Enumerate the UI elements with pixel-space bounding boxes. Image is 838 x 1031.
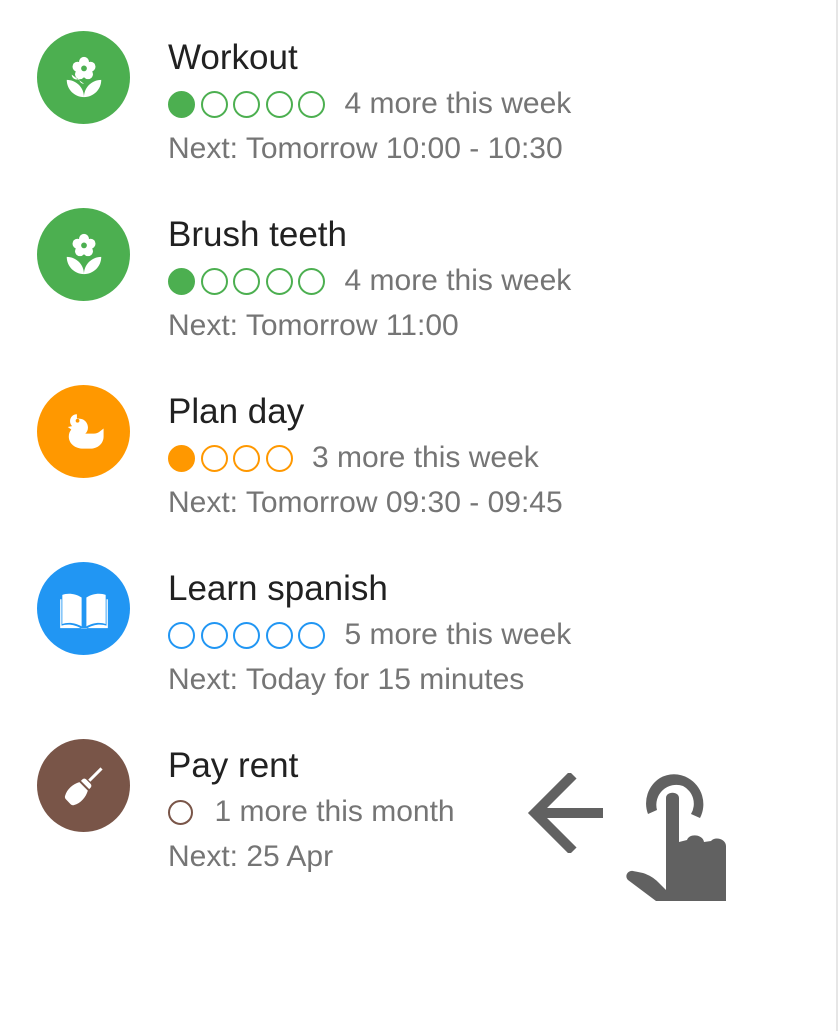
arrow-left-icon (527, 773, 603, 853)
book-icon (59, 593, 108, 628)
progress-dot-empty (233, 621, 260, 649)
habit-next-time: Next: Tomorrow 10:00 - 10:30 (168, 132, 563, 165)
progress-dot-empty (168, 621, 195, 649)
progress-dot-empty (168, 799, 193, 825)
habit-progress-text: 4 more this week (344, 87, 572, 120)
habit-progress-text: 1 more this month (214, 795, 455, 828)
habit-title: Workout (168, 38, 298, 77)
habit-progress-text: 3 more this week (312, 441, 539, 474)
progress-dot-filled (168, 444, 195, 472)
progress-dot-empty (265, 267, 293, 295)
habit-next-time: Next: Today for 15 minutes (168, 663, 525, 696)
progress-dot-filled (168, 267, 195, 295)
habit-title: Plan day (168, 392, 305, 431)
progress-dot-empty (265, 90, 293, 118)
touch-hand-icon (626, 774, 726, 901)
habit-title: Brush teeth (168, 215, 347, 254)
progress-dot-empty (233, 90, 260, 118)
progress-dot-empty (233, 444, 260, 472)
progress-dot-empty (298, 90, 325, 118)
habit-progress: 1 more this month (168, 795, 455, 828)
habit-progress-text: 4 more this week (344, 264, 572, 297)
progress-dot-empty (265, 621, 293, 649)
flower-icon (66, 233, 101, 274)
progress-dot-empty (265, 444, 293, 472)
habit-next-time: Next: Tomorrow 09:30 - 09:45 (168, 486, 563, 519)
habit-item-learn-spanish[interactable]: Learn spanish 5 more this week Next: Tod… (0, 531, 836, 701)
habit-avatar (37, 31, 130, 124)
habit-progress: 4 more this week (168, 264, 572, 297)
habit-next-time: Next: 25 Apr (168, 840, 334, 873)
habit-avatar (37, 385, 130, 478)
duck-icon (67, 413, 104, 449)
broom-icon (64, 766, 103, 805)
habit-avatar (37, 562, 130, 655)
habit-item-plan-day[interactable]: Plan day 3 more this week Next: Tomorrow… (0, 354, 836, 524)
habit-next-time: Next: Tomorrow 11:00 (168, 309, 459, 342)
habit-item-brush-teeth[interactable]: Brush teeth 4 more this week Next: Tomor… (0, 177, 836, 347)
habit-avatar (37, 739, 130, 832)
swipe-gesture-hint (520, 770, 740, 920)
progress-dot-empty (200, 90, 228, 118)
habit-title: Pay rent (168, 746, 299, 785)
habit-progress: 5 more this week (168, 618, 572, 651)
habit-progress: 4 more this week (168, 87, 572, 120)
habit-progress-text: 5 more this week (344, 618, 572, 651)
flower-icon (66, 56, 101, 97)
progress-dot-filled (168, 90, 195, 118)
progress-dot-empty (200, 267, 228, 295)
progress-dot-empty (298, 621, 325, 649)
habit-progress: 3 more this week (168, 441, 539, 474)
habit-avatar (37, 208, 130, 301)
progress-dot-empty (200, 444, 228, 472)
habit-item-workout[interactable]: Workout 4 more this week Next: Tomorrow … (0, 0, 836, 170)
progress-dot-empty (233, 267, 260, 295)
progress-dot-empty (298, 267, 325, 295)
habit-title: Learn spanish (168, 569, 388, 608)
progress-dot-empty (200, 621, 228, 649)
